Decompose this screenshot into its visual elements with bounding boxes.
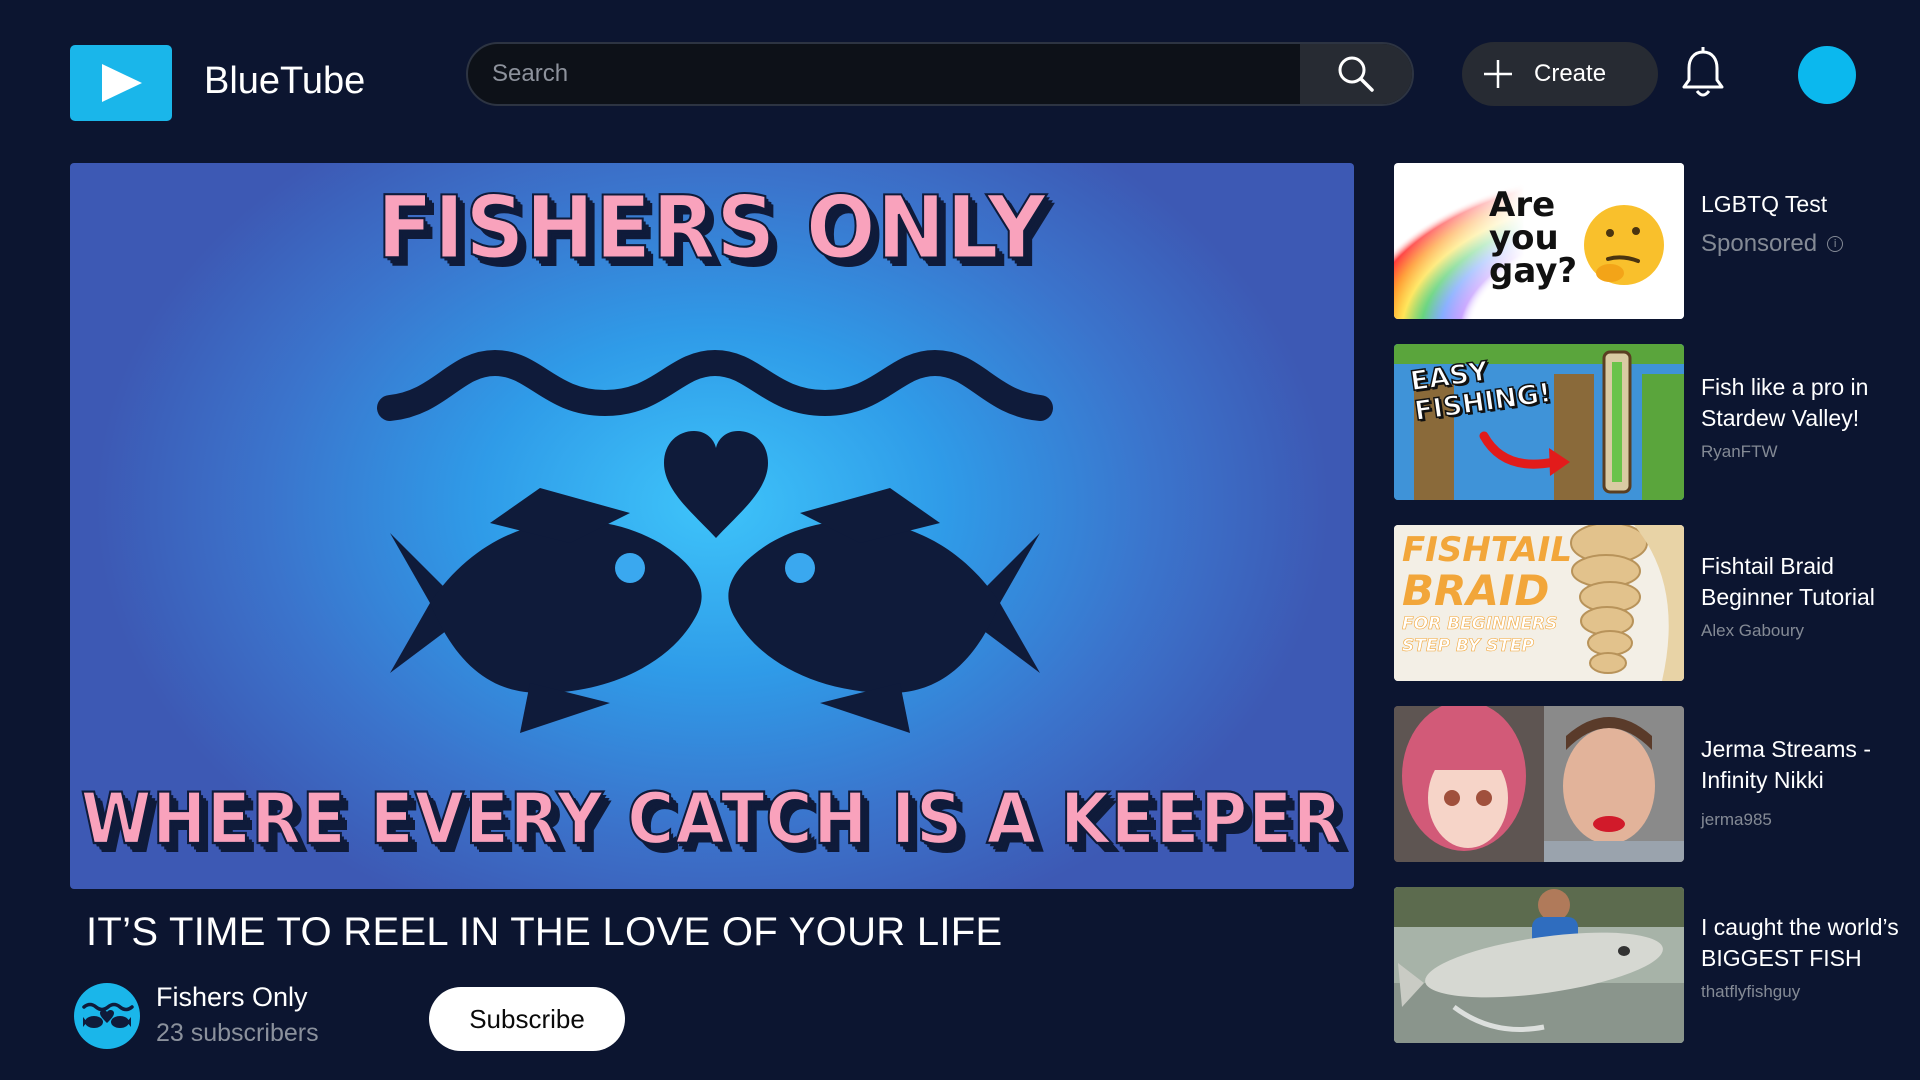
- sidebar-thumbnail: [1394, 887, 1684, 1043]
- thumbnail-title: FISHERS ONLY: [376, 178, 1048, 280]
- plus-icon: [1484, 60, 1512, 88]
- search-bar: [466, 42, 1414, 106]
- heart-icon: [664, 431, 768, 538]
- video-title: IT’S TIME TO REEL IN THE LOVE OF YOUR LI…: [86, 910, 1003, 954]
- thumbnail-subtitle: WHERE EVERY CATCH IS A KEEPER: [80, 778, 1344, 862]
- sidebar-video-title: Fish like a pro in Stardew Valley!: [1701, 374, 1869, 431]
- sidebar-channel-name: thatflyfishguy: [1701, 982, 1801, 1001]
- channel-avatar[interactable]: [74, 983, 140, 1049]
- sidebar-thumbnail: FISHTAIL BRAID FOR BEGINNERS STEP BY STE…: [1394, 525, 1684, 681]
- create-button[interactable]: Create: [1462, 42, 1658, 106]
- sidebar-channel-name: jerma985: [1701, 810, 1772, 829]
- subscribe-button[interactable]: Subscribe: [429, 987, 625, 1051]
- sidebar-video-title: Fishtail Braid Beginner Tutorial: [1701, 553, 1875, 610]
- play-icon: [102, 64, 142, 102]
- user-avatar[interactable]: [1798, 46, 1856, 104]
- bell-icon[interactable]: [1680, 46, 1726, 100]
- thumb-text: FISHTAIL: [1402, 530, 1572, 570]
- thumb-text: FOR BEGINNERS: [1402, 614, 1558, 635]
- sidebar-channel-name: RyanFTW: [1701, 442, 1778, 461]
- sidebar-video-title: I caught the world’s BIGGEST FISH: [1701, 914, 1899, 971]
- brand-name[interactable]: BlueTube: [204, 60, 365, 103]
- search-input[interactable]: [468, 44, 1304, 104]
- sidebar-video-title: LGBTQ Test: [1701, 191, 1828, 217]
- sidebar-video-item[interactable]: Are you gay? LGBTQ Test Sponsored i: [1394, 163, 1914, 319]
- sidebar-thumbnail: [1394, 706, 1684, 862]
- fish-icon: [728, 488, 1040, 733]
- channel-name[interactable]: Fishers Only: [156, 982, 308, 1013]
- fish-icon: [390, 488, 702, 733]
- sidebar-video-title: Jerma Streams - Infinity Nikki: [1701, 736, 1871, 793]
- subscriber-count: 23 subscribers: [156, 1019, 319, 1047]
- thumb-text: STEP BY STEP: [1402, 636, 1535, 657]
- sidebar-video-item[interactable]: FISHTAIL BRAID FOR BEGINNERS STEP BY STE…: [1394, 525, 1914, 681]
- sidebar-channel-name: Alex Gaboury: [1701, 621, 1804, 640]
- sidebar-video-item[interactable]: Jerma Streams - Infinity Nikki jerma985: [1394, 706, 1914, 862]
- info-icon[interactable]: i: [1827, 236, 1844, 252]
- sidebar-thumbnail: Are you gay?: [1394, 163, 1684, 319]
- sidebar-video-item[interactable]: I caught the world’s BIGGEST FISH thatfl…: [1394, 887, 1914, 1043]
- thumb-text: gay?: [1489, 251, 1578, 291]
- sponsored-label: Sponsored i: [1701, 230, 1911, 258]
- logo[interactable]: [70, 45, 172, 121]
- search-icon: [1338, 56, 1374, 92]
- search-button[interactable]: [1300, 44, 1412, 104]
- video-thumbnail[interactable]: FISHERS ONLY WHERE EVERY CATCH IS A KEEP…: [70, 163, 1354, 889]
- sidebar-thumbnail: EASY FISHING!: [1394, 344, 1684, 500]
- thumb-text: BRAID: [1402, 566, 1550, 615]
- wave-icon: [377, 349, 1053, 421]
- fish-photo: [1394, 887, 1684, 1043]
- create-label: Create: [1534, 60, 1607, 87]
- sidebar-video-item[interactable]: EASY FISHING! Fish like a pro in Stardew…: [1394, 344, 1914, 500]
- fish-logo-icon: [82, 1002, 134, 1028]
